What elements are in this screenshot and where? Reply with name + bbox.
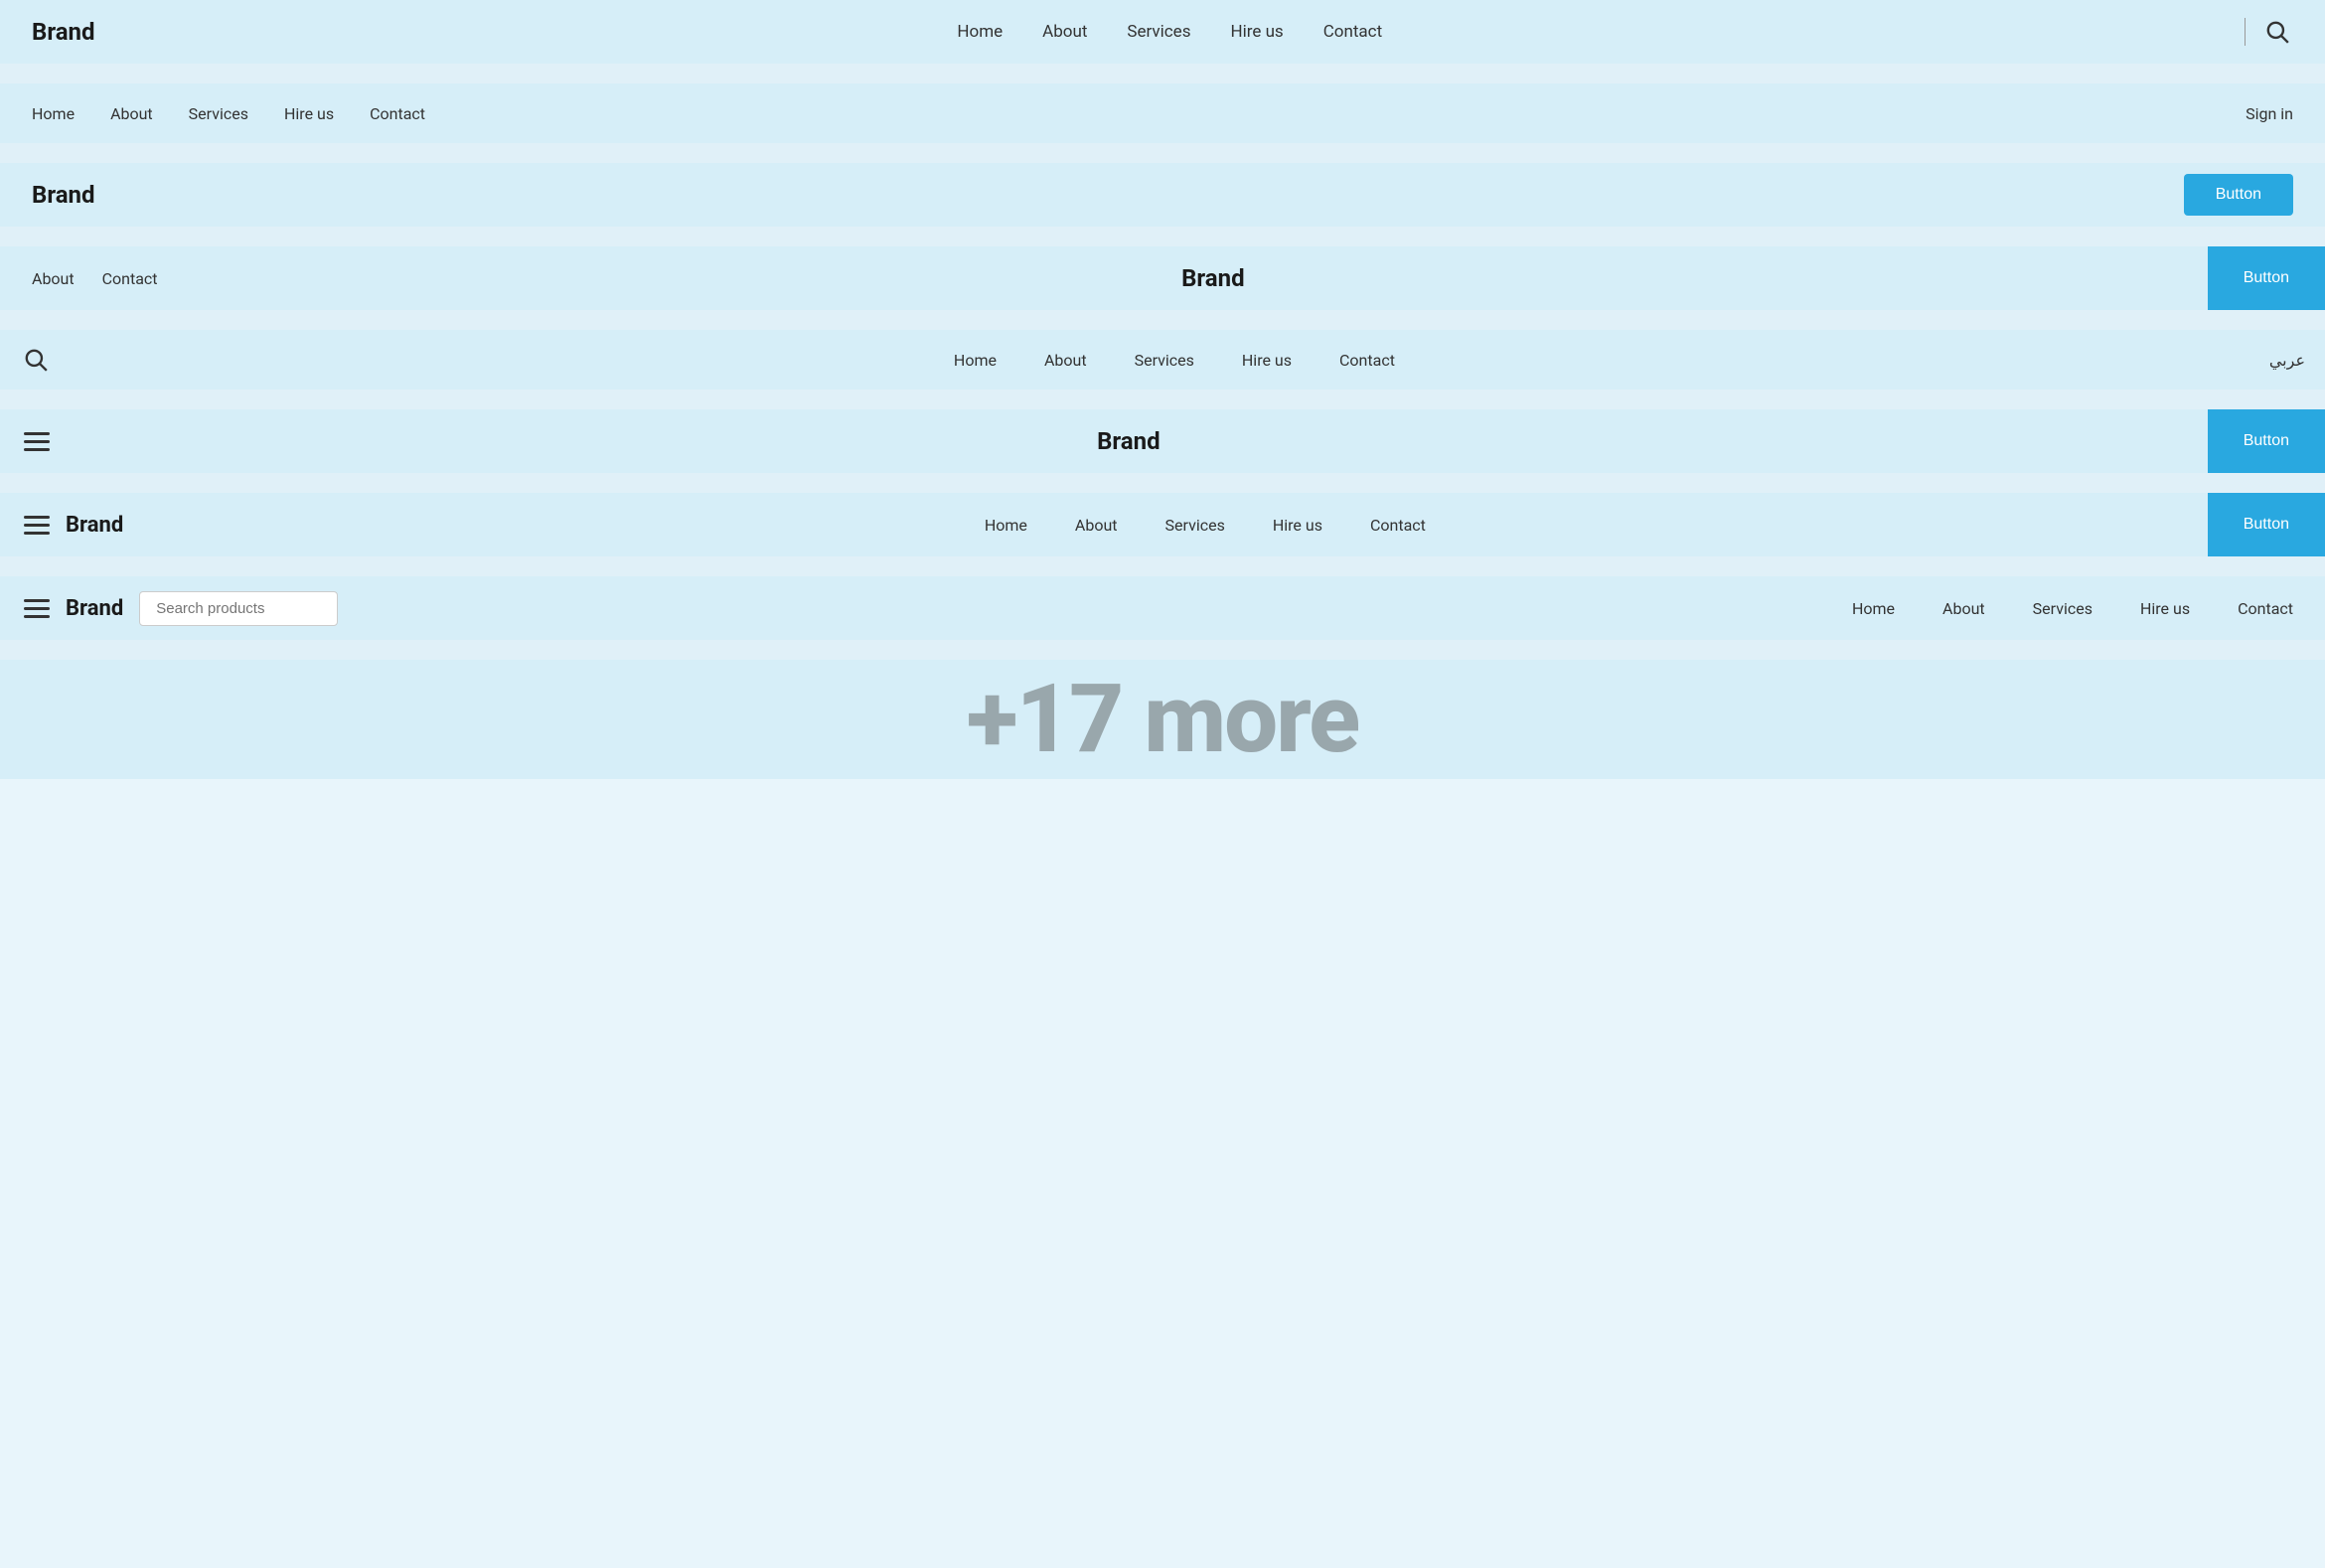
nav-hireus-2[interactable]: Hire us: [284, 104, 334, 123]
left-links-4: About Contact: [0, 269, 219, 288]
arabic-label: عربي: [2269, 351, 2305, 370]
brand-logo-6[interactable]: Brand: [50, 427, 2208, 455]
nav-home-1[interactable]: Home: [957, 22, 1003, 42]
more-label: +17 more: [967, 664, 1358, 775]
search-icon-1[interactable]: [2261, 16, 2293, 48]
nav-services-5[interactable]: Services: [1135, 351, 1194, 370]
right-btn-4: Button: [2208, 246, 2325, 310]
nav-contact-4[interactable]: Contact: [102, 269, 158, 288]
hamburger-line-3: [24, 448, 50, 451]
hamburger-icon-6[interactable]: [24, 432, 50, 451]
hamburger-line-8-3: [24, 615, 50, 618]
search-area-5: [20, 344, 79, 376]
hamburger-line-7-1: [24, 516, 50, 519]
navbar-5: Home About Services Hire us Contact عربي: [0, 330, 2325, 390]
brand-logo-4[interactable]: Brand: [219, 264, 2208, 292]
button-4[interactable]: Button: [2208, 246, 2325, 310]
left-section-8: Brand: [24, 591, 338, 626]
hamburger-line-7-3: [24, 532, 50, 535]
nav-home-5[interactable]: Home: [954, 351, 997, 370]
button-6[interactable]: Button: [2208, 409, 2325, 473]
nav-about-1[interactable]: About: [1042, 22, 1087, 42]
hamburger-icon-7[interactable]: [24, 516, 50, 535]
navbar-7: Brand Home About Services Hire us Contac…: [0, 493, 2325, 556]
nav-contact-8[interactable]: Contact: [2238, 599, 2293, 618]
gap-4: [0, 310, 2325, 330]
navbar-8: Brand Home About Services Hire us Contac…: [0, 576, 2325, 640]
navbar-3: Brand Button: [0, 163, 2325, 227]
nav-hireus-8[interactable]: Hire us: [2140, 599, 2190, 618]
right-btn-6: Button: [2208, 409, 2325, 473]
nav-services-1[interactable]: Services: [1127, 22, 1190, 42]
right-btn-7: Button: [2208, 493, 2325, 556]
hamburger-line-1: [24, 432, 50, 435]
nav-about-4[interactable]: About: [32, 269, 75, 288]
nav-contact-5[interactable]: Contact: [1339, 351, 1395, 370]
divider-1: [2245, 18, 2246, 46]
nav-home-2[interactable]: Home: [32, 104, 75, 123]
nav-about-5[interactable]: About: [1044, 351, 1087, 370]
hamburger-line-8-2: [24, 607, 50, 610]
nav-hireus-7[interactable]: Hire us: [1273, 516, 1322, 535]
brand-logo-1[interactable]: Brand: [32, 18, 95, 46]
nav-links-8: Home About Services Hire us Contact: [338, 599, 2293, 618]
brand-logo-7[interactable]: Brand: [66, 513, 123, 538]
nav-hireus-1[interactable]: Hire us: [1230, 22, 1283, 42]
navbar-6: Brand Button: [0, 409, 2325, 473]
hamburger-line-7-2: [24, 524, 50, 527]
nav-about-7[interactable]: About: [1075, 516, 1118, 535]
brand-logo-8[interactable]: Brand: [66, 596, 123, 621]
navbar-2: Home About Services Hire us Contact Sign…: [0, 83, 2325, 143]
nav-links-5: Home About Services Hire us Contact: [79, 351, 2269, 370]
navbar-1: Brand Home About Services Hire us Contac…: [0, 0, 2325, 64]
nav-links-2: Home About Services Hire us Contact: [32, 104, 425, 123]
nav-home-7[interactable]: Home: [985, 516, 1027, 535]
button-7[interactable]: Button: [2208, 493, 2325, 556]
brand-logo-3[interactable]: Brand: [32, 181, 95, 209]
nav-contact-2[interactable]: Contact: [370, 104, 425, 123]
more-overlay[interactable]: +17 more: [0, 660, 2325, 779]
sign-in-link[interactable]: Sign in: [2246, 104, 2293, 123]
nav-home-8[interactable]: Home: [1852, 599, 1895, 618]
search-svg-1: [2264, 19, 2290, 45]
nav-links-7: Home About Services Hire us Contact: [203, 516, 2208, 535]
gap-7: [0, 556, 2325, 576]
navbar-4: About Contact Brand Button: [0, 246, 2325, 310]
button-3[interactable]: Button: [2184, 174, 2293, 216]
gap-5: [0, 390, 2325, 409]
gap-1: [0, 64, 2325, 83]
search-icon-5[interactable]: [20, 344, 52, 376]
gap-8: [0, 640, 2325, 660]
left-section-7: Brand: [24, 513, 203, 538]
nav-about-2[interactable]: About: [110, 104, 153, 123]
nav-services-8[interactable]: Services: [2033, 599, 2092, 618]
search-input-8[interactable]: [139, 591, 338, 626]
nav-contact-1[interactable]: Contact: [1323, 22, 1382, 42]
gap-2: [0, 143, 2325, 163]
nav-services-7[interactable]: Services: [1165, 516, 1225, 535]
hamburger-line-8-1: [24, 599, 50, 602]
search-svg-5: [23, 347, 49, 373]
gap-6: [0, 473, 2325, 493]
nav-services-2[interactable]: Services: [189, 104, 248, 123]
nav-contact-7[interactable]: Contact: [1370, 516, 1426, 535]
hamburger-line-2: [24, 440, 50, 443]
hamburger-icon-8[interactable]: [24, 599, 50, 618]
gap-3: [0, 227, 2325, 246]
nav-links-1: Home About Services Hire us Contact: [957, 22, 1382, 42]
right-section-1: [2245, 16, 2293, 48]
nav-hireus-5[interactable]: Hire us: [1242, 351, 1292, 370]
nav-about-8[interactable]: About: [1942, 599, 1985, 618]
